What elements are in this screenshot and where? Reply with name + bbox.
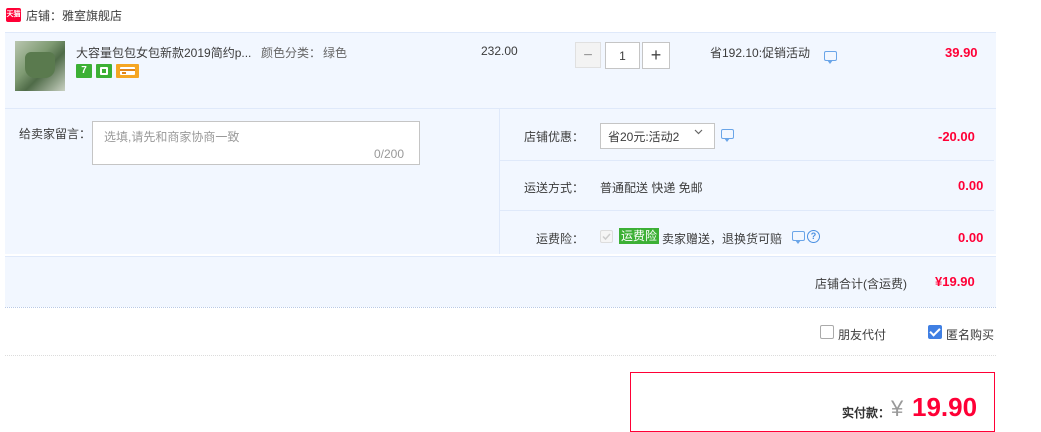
insurance-amount: 0.00 — [958, 230, 984, 245]
chevron-down-icon — [694, 129, 703, 135]
item-total: 39.90 — [945, 45, 978, 60]
row-divider — [500, 210, 994, 211]
discount-label: 店铺优惠： — [524, 130, 585, 144]
payment-amount: 19.90 — [912, 392, 978, 422]
anonymous-label[interactable]: 匿名购买 — [946, 326, 994, 343]
insurance-text: 卖家赠送，退换货可赔 — [662, 232, 783, 246]
sku-label: 颜色分类： — [261, 46, 322, 60]
dotted-divider — [5, 307, 996, 308]
dotted-divider — [5, 355, 996, 356]
help-icon[interactable]: ? — [807, 230, 820, 243]
insurance-label: 运费险： — [536, 232, 585, 246]
unit-price: 232.00 — [481, 44, 518, 58]
credit-card-icon[interactable] — [116, 64, 139, 78]
message-placeholder: 选填,请先和商家协商一致 — [104, 130, 240, 144]
discount-amount: -20.00 — [938, 129, 975, 144]
payment-label: 实付款： — [842, 406, 891, 420]
friend-pay-checkbox[interactable] — [820, 325, 834, 339]
message-label: 给卖家留言： — [19, 127, 92, 141]
shipping-label: 运送方式： — [524, 181, 585, 195]
subtotal-amount: ¥19.90 — [935, 274, 975, 289]
promo-info-icon[interactable] — [824, 51, 837, 64]
card-icon — [120, 67, 135, 75]
sku-value: 绿色 — [323, 46, 348, 60]
shipping-method: 普通配送 快递 免邮 — [600, 181, 703, 195]
discount-info-icon[interactable] — [721, 129, 734, 142]
panel-divider — [499, 109, 500, 254]
bag-image-icon — [25, 52, 55, 78]
shop-header — [0, 0, 1000, 30]
tmall-logo-icon: 天猫 — [6, 8, 21, 22]
item-sku: 颜色分类： 绿色 — [261, 44, 347, 61]
quantity-input[interactable]: 1 — [605, 42, 640, 69]
guarantee-shield-icon[interactable] — [96, 64, 112, 78]
message-char-count: 0/200 — [374, 147, 405, 161]
friend-pay-label[interactable]: 朋友代付 — [838, 326, 886, 343]
discount-selected-value: 省20元:活动2 — [608, 130, 680, 144]
insurance-checkbox — [600, 230, 613, 243]
shipping-amount: 0.00 — [958, 178, 984, 193]
quantity-increase-button[interactable]: + — [642, 42, 670, 69]
insurance-badge: 运费险 — [619, 228, 660, 244]
seven-day-return-icon[interactable]: 7 — [76, 64, 92, 78]
quantity-decrease-button[interactable]: − — [575, 42, 601, 68]
promotion-text: 省192.10:促销活动 — [710, 46, 811, 60]
item-title-link[interactable]: 大容量包包女包新款2019简约p... — [76, 44, 251, 61]
row-divider — [500, 160, 994, 161]
check-icon — [602, 233, 611, 241]
shop-name-link[interactable]: 店铺：雅室旗舰店 — [26, 7, 122, 24]
shield-icon — [100, 67, 108, 75]
anonymous-checkbox[interactable] — [928, 325, 942, 339]
insurance-chat-icon[interactable] — [792, 231, 805, 244]
subtotal-label: 店铺合计(含运费) — [815, 277, 907, 291]
currency-symbol: ¥ — [891, 396, 904, 421]
